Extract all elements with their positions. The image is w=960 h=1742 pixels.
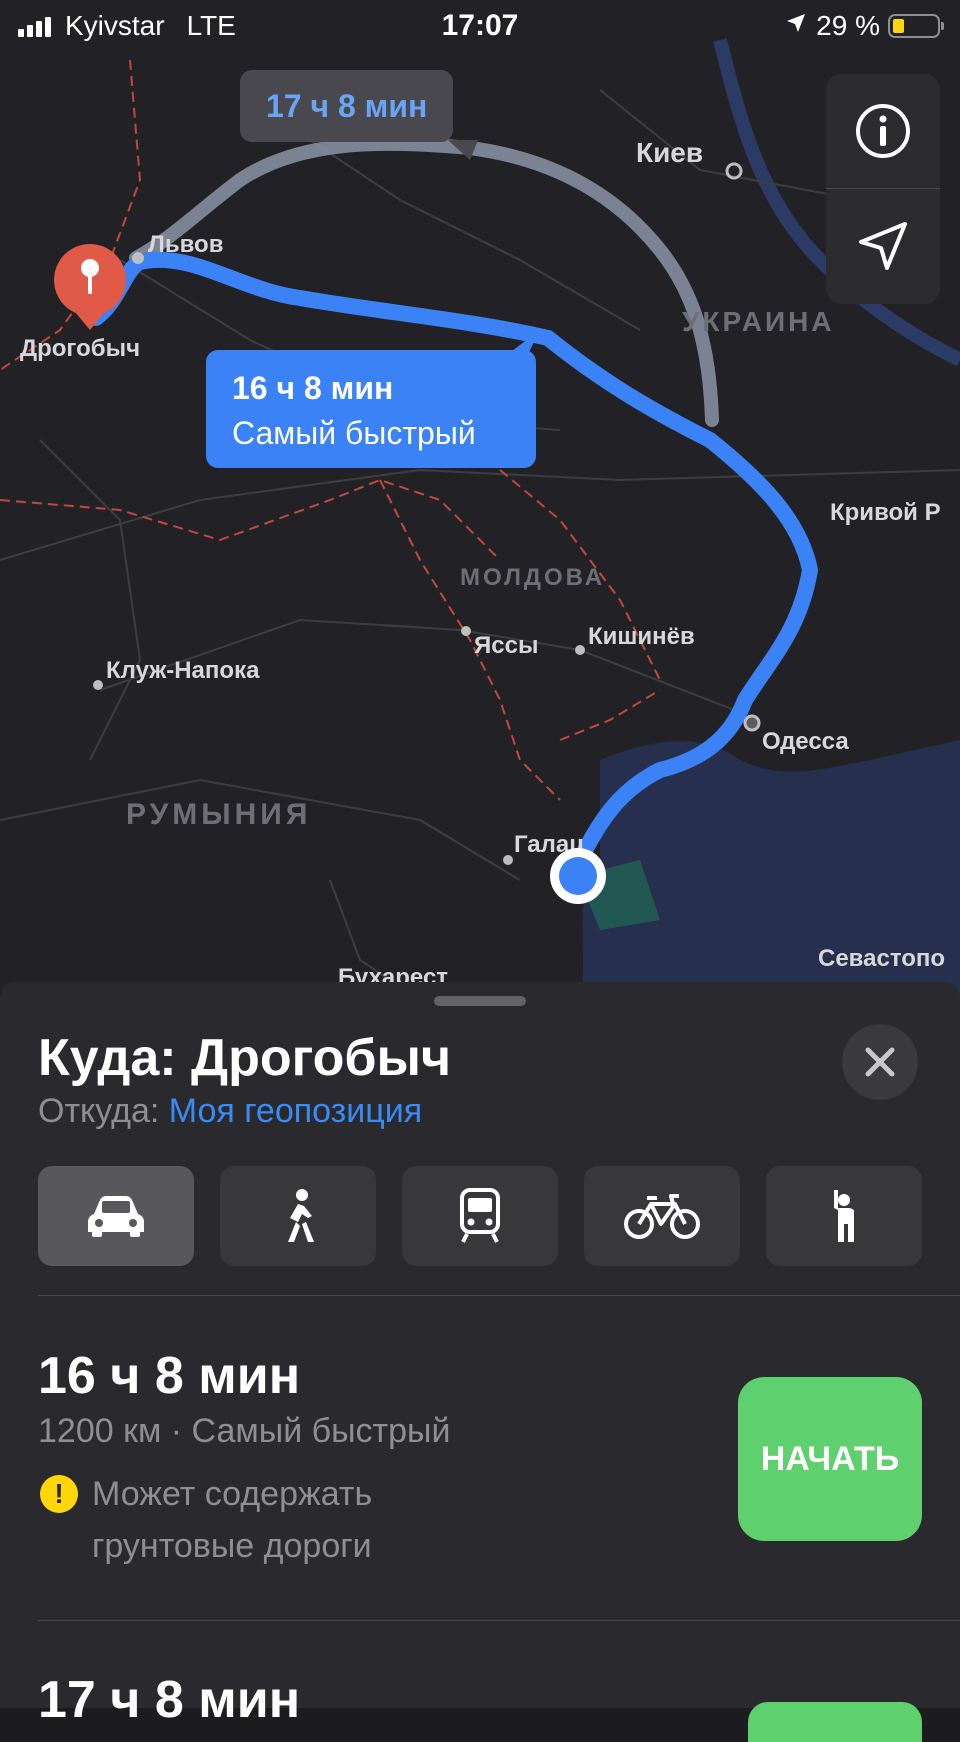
bike-icon <box>624 1194 700 1239</box>
divider <box>38 1295 960 1296</box>
map-label-moldova: МОЛДОВА <box>460 564 605 591</box>
track-location-button[interactable] <box>826 189 940 303</box>
origin-line: Откуда: Моя геопозиция <box>38 1092 422 1131</box>
map-label-drohobych: Дрогобыч <box>20 335 140 362</box>
alt-route-bubble[interactable]: 17 ч 8 мин <box>240 70 478 160</box>
battery-percent: 29 % <box>816 10 880 41</box>
sheet-grabber[interactable] <box>434 996 526 1006</box>
route-1-warning-line2: грунтовые дороги <box>92 1527 372 1565</box>
alt-route-bubble-time: 17 ч 8 мин <box>266 88 428 124</box>
info-icon <box>856 104 910 158</box>
close-button[interactable] <box>842 1024 918 1100</box>
divider <box>38 1620 960 1621</box>
map-label-kryvyi-rih: Кривой Р <box>830 499 941 526</box>
mode-transit-button[interactable] <box>402 1166 558 1266</box>
close-icon <box>865 1047 895 1077</box>
transit-icon <box>460 1188 500 1243</box>
status-bar: Kyivstar LTE 17:07 29 % <box>0 0 960 52</box>
location-arrow-icon <box>859 222 907 270</box>
mode-car-button[interactable] <box>38 1166 194 1266</box>
map-label-sevastopol: Севастопо <box>818 945 945 972</box>
mode-bike-button[interactable] <box>584 1166 740 1266</box>
map-label-ukraine: УКРАИНА <box>682 306 835 337</box>
directions-sheet: Куда: Дрогобыч Откуда: Моя геопозиция 16… <box>0 982 960 1742</box>
route-1-warning: ! Может содержать грунтовые дороги <box>40 1468 372 1572</box>
fast-route-bubble-time: 16 ч 8 мин <box>232 370 394 406</box>
map-label-kiev: Киев <box>636 137 703 168</box>
start-button-route-2[interactable] <box>748 1702 922 1742</box>
walk-icon <box>288 1189 314 1242</box>
mode-walk-button[interactable] <box>220 1166 376 1266</box>
location-arrow-icon <box>784 10 808 42</box>
route-1-time: 16 ч 8 мин <box>38 1347 301 1405</box>
warning-icon: ! <box>40 1475 78 1513</box>
origin-value-link[interactable]: Моя геопозиция <box>169 1092 422 1130</box>
battery-icon <box>888 14 944 38</box>
map-controls <box>826 74 940 304</box>
car-icon <box>88 1196 144 1237</box>
rideshare-icon <box>834 1190 854 1242</box>
start-button[interactable]: НАЧАТЬ <box>738 1377 922 1541</box>
route-1-details: 1200 км · Самый быстрый <box>38 1412 451 1450</box>
map-label-cluj: Клуж-Напока <box>106 657 260 684</box>
mode-rideshare-button[interactable] <box>766 1166 922 1266</box>
map-label-iasi: Яссы <box>474 632 538 659</box>
fast-route-bubble[interactable]: 16 ч 8 мин Самый быстрый <box>206 330 540 468</box>
map-label-romania: РУМЫНИЯ <box>126 798 311 831</box>
fast-route-bubble-label: Самый быстрый <box>232 415 476 451</box>
route-1-warning-line1: Может содержать <box>92 1475 373 1513</box>
map-view[interactable]: Киев Львов Дрогобыч УКРАИНА Кривой Р МОЛ… <box>0 0 960 1000</box>
map-label-odesa: Одесса <box>762 728 849 755</box>
map-label-chisinau: Кишинёв <box>588 623 695 650</box>
origin-label: Откуда: <box>38 1092 160 1130</box>
transport-modes <box>38 1166 922 1266</box>
map-label-lviv: Львов <box>148 231 223 258</box>
route-2-time: 17 ч 8 мин <box>38 1671 301 1729</box>
destination-title: Куда: Дрогобыч <box>38 1029 452 1087</box>
info-button[interactable] <box>826 74 940 188</box>
